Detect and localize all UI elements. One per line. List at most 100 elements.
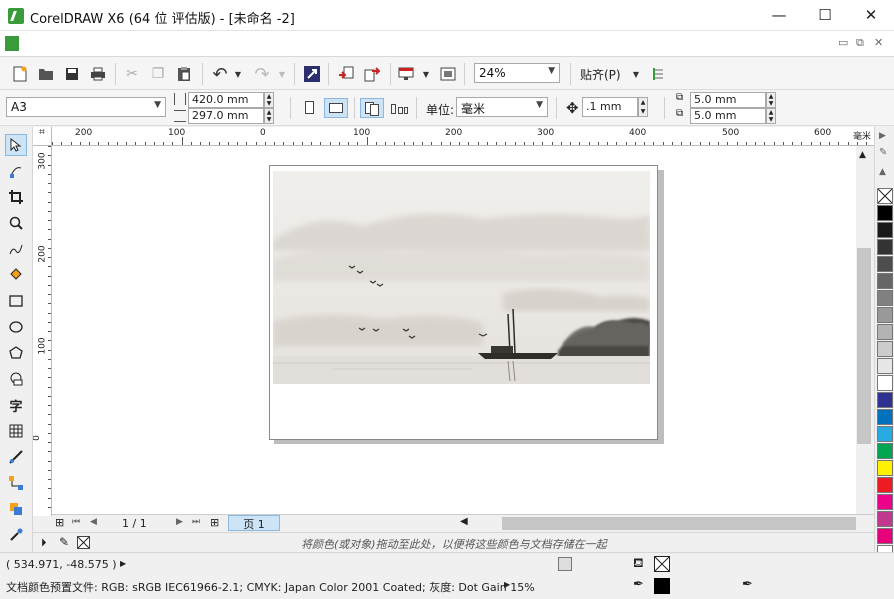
palette-swatch[interactable] bbox=[877, 375, 893, 391]
vertical-ruler[interactable]: 300 200 100 0 bbox=[33, 146, 52, 516]
palette-swatch[interactable] bbox=[877, 307, 893, 323]
ellipse-tool-icon[interactable] bbox=[5, 316, 27, 338]
pick-tool-icon[interactable] bbox=[5, 134, 27, 156]
text-tool-icon[interactable]: 字 bbox=[5, 394, 27, 416]
vertical-scrollbar[interactable]: ▲ bbox=[856, 146, 873, 516]
palette-swatch[interactable] bbox=[877, 239, 893, 255]
last-page-icon[interactable]: ⏭ bbox=[192, 517, 200, 527]
minimize-button[interactable]: — bbox=[756, 0, 802, 31]
snap-options-icon[interactable] bbox=[648, 64, 668, 84]
palette-swatch[interactable] bbox=[877, 256, 893, 272]
eyedropper-tool-icon[interactable] bbox=[5, 524, 27, 546]
no-color-swatch[interactable] bbox=[877, 188, 893, 204]
palette-swatch[interactable] bbox=[877, 341, 893, 357]
scroll-up-icon[interactable]: ▲ bbox=[859, 150, 866, 160]
horizontal-scroll-thumb[interactable] bbox=[502, 517, 856, 530]
palette-swatch[interactable] bbox=[877, 392, 893, 408]
portrait-button[interactable] bbox=[298, 98, 320, 118]
paper-size-combo[interactable]: A3 ▼ bbox=[6, 97, 166, 117]
add-page-before-icon[interactable]: ⊞ bbox=[55, 516, 64, 529]
duplicate-distance-y-field[interactable]: 5.0 mm bbox=[690, 108, 766, 124]
horizontal-ruler[interactable]: 200 100 0 100 200 300 400 500 600 毫米 bbox=[52, 127, 874, 146]
launcher-icon[interactable] bbox=[302, 64, 322, 84]
palette-pin-icon[interactable]: ✎ bbox=[879, 147, 887, 158]
rectangle-tool-icon[interactable] bbox=[5, 290, 27, 312]
height-spinner[interactable]: ▲ ▼ bbox=[264, 108, 274, 124]
palette-swatch[interactable] bbox=[877, 290, 893, 306]
first-page-icon[interactable]: ⏮ bbox=[72, 517, 80, 527]
redo-dropdown-icon[interactable]: ▼ bbox=[272, 64, 292, 84]
current-page-button[interactable] bbox=[388, 98, 410, 118]
maximize-button[interactable]: ☐ bbox=[802, 0, 848, 31]
palette-swatch[interactable] bbox=[877, 460, 893, 476]
next-page-icon[interactable]: ▶ bbox=[176, 517, 183, 527]
basic-shapes-icon[interactable] bbox=[5, 368, 27, 390]
palette-swatch[interactable] bbox=[877, 511, 893, 527]
width-spinner[interactable]: ▲ ▼ bbox=[264, 92, 274, 108]
previous-page-icon[interactable]: ◀ bbox=[90, 517, 97, 527]
fill-none-indicator[interactable] bbox=[654, 556, 670, 572]
snap-dropdown-icon[interactable]: ▼ bbox=[626, 64, 646, 84]
shape-tool-icon[interactable] bbox=[5, 160, 27, 182]
coords-expand-icon[interactable]: ▶ bbox=[120, 559, 126, 568]
polygon-tool-icon[interactable] bbox=[5, 342, 27, 364]
palette-swatch[interactable] bbox=[877, 443, 893, 459]
profile-expand-icon[interactable]: ▶ bbox=[504, 580, 510, 589]
fullscreen-icon[interactable] bbox=[438, 64, 458, 84]
export-icon[interactable] bbox=[362, 64, 382, 84]
color-profile-text[interactable]: 文档颜色预置文件: RGB: sRGB IEC61966-2.1; CMYK: … bbox=[6, 579, 535, 595]
smart-fill-icon[interactable] bbox=[5, 264, 27, 286]
table-tool-icon[interactable] bbox=[5, 420, 27, 442]
publish-dropdown-icon[interactable]: ▼ bbox=[416, 64, 436, 84]
duplicate-distance-x-field[interactable]: 5.0 mm bbox=[690, 92, 766, 108]
units-combo[interactable]: 毫米 ▼ bbox=[456, 97, 548, 117]
undo-dropdown-icon[interactable]: ▼ bbox=[228, 64, 248, 84]
document-icon[interactable] bbox=[5, 36, 19, 51]
palette-swatch[interactable] bbox=[877, 324, 893, 340]
page-width-field[interactable]: 420.0 mm bbox=[188, 92, 264, 108]
redo-icon[interactable]: ↷ bbox=[252, 64, 272, 85]
palette-swatch[interactable] bbox=[877, 273, 893, 289]
palette-swatch[interactable] bbox=[877, 409, 893, 425]
save-icon[interactable] bbox=[62, 64, 82, 84]
nudge-distance-field[interactable]: .1 mm bbox=[582, 97, 638, 117]
doc-palette-no-color-icon[interactable] bbox=[77, 536, 90, 549]
play-icon[interactable]: ⏵ bbox=[41, 536, 47, 550]
ink-landscape-image[interactable] bbox=[273, 171, 650, 384]
palette-swatch[interactable] bbox=[877, 358, 893, 374]
print-icon[interactable] bbox=[88, 64, 108, 84]
cut-icon[interactable]: ✂ bbox=[122, 64, 142, 84]
paste-icon[interactable] bbox=[174, 64, 194, 84]
nudge-spinner[interactable]: ▲ ▼ bbox=[638, 97, 648, 117]
vertical-scroll-thumb[interactable] bbox=[857, 248, 871, 444]
palette-swatch[interactable] bbox=[877, 222, 893, 238]
dimension-tool-icon[interactable] bbox=[5, 446, 27, 468]
palette-flyout-icon[interactable]: ▶ bbox=[879, 131, 886, 141]
connector-tool-icon[interactable] bbox=[5, 472, 27, 494]
palette-scroll-up-icon[interactable]: ▲ bbox=[879, 167, 886, 177]
palette-swatch[interactable] bbox=[877, 205, 893, 221]
scroll-left-icon[interactable]: ◀ bbox=[460, 516, 468, 527]
interactive-tool-icon[interactable] bbox=[5, 498, 27, 520]
all-pages-button[interactable] bbox=[360, 98, 384, 118]
doc-close-button[interactable]: ✕ bbox=[874, 36, 883, 49]
doc-minimize-button[interactable]: ▭ bbox=[838, 36, 848, 49]
dup-y-spinner[interactable]: ▲ ▼ bbox=[766, 108, 776, 124]
page-height-field[interactable]: 297.0 mm bbox=[188, 108, 264, 124]
landscape-button[interactable] bbox=[324, 98, 348, 118]
palette-swatch[interactable] bbox=[877, 477, 893, 493]
zoom-level-combo[interactable]: 24% ▼ bbox=[474, 63, 560, 83]
ruler-origin-icon[interactable]: ⌗ bbox=[33, 127, 52, 146]
palette-swatch[interactable] bbox=[877, 426, 893, 442]
doc-restore-button[interactable]: ⧉ bbox=[856, 36, 864, 50]
close-button[interactable]: ✕ bbox=[848, 0, 894, 31]
add-page-after-icon[interactable]: ⊞ bbox=[210, 516, 219, 529]
palette-swatch[interactable] bbox=[877, 494, 893, 510]
new-icon[interactable] bbox=[10, 64, 30, 84]
import-icon[interactable] bbox=[336, 64, 356, 84]
outline-color-indicator[interactable] bbox=[654, 578, 670, 594]
publish-icon[interactable] bbox=[396, 64, 416, 84]
freehand-tool-icon[interactable] bbox=[5, 238, 27, 260]
snap-to-button[interactable]: 贴齐(P) bbox=[580, 66, 621, 83]
page-tab-1[interactable]: 页 1 bbox=[228, 515, 280, 531]
